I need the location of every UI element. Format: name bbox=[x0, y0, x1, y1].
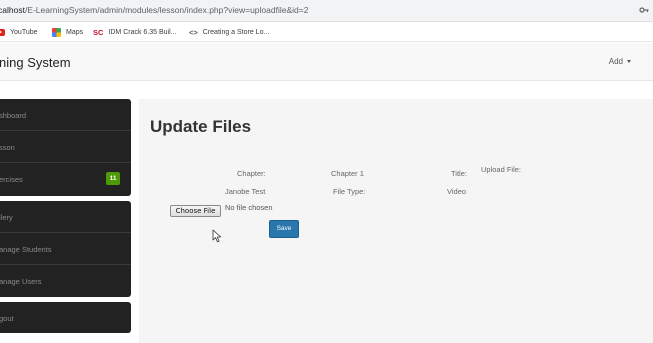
page-root: calhost/E-LearningSystem/admin/modules/l… bbox=[0, 0, 653, 343]
bookmark-label: Creating a Store Lo... bbox=[202, 28, 270, 36]
sidebar-item-manage-users[interactable]: anage Users bbox=[0, 265, 131, 297]
bookmark-label: IDM Crack 6.35 Buil... bbox=[108, 28, 177, 36]
brand-title[interactable]: ning System bbox=[0, 55, 71, 70]
bookmark-store-locator[interactable]: <> Creating a Store Lo... bbox=[189, 26, 269, 38]
sidebar-item-label: anage Students bbox=[0, 245, 52, 254]
chapter-label: Chapter: bbox=[237, 169, 266, 178]
url-host: calhost bbox=[0, 5, 25, 15]
bookmark-label: Maps bbox=[66, 28, 84, 36]
count-badge: 11 bbox=[106, 172, 120, 185]
file-status-text: No file chosen bbox=[225, 203, 273, 212]
sidebar-item-label: anage Users bbox=[0, 277, 42, 286]
sidebar-group-main: shboard sson ercises 11 bbox=[0, 99, 131, 196]
key-icon[interactable] bbox=[639, 5, 649, 15]
url-text[interactable]: calhost/E-LearningSystem/admin/modules/l… bbox=[0, 5, 308, 15]
sidebar-item-label: ercises bbox=[0, 175, 23, 184]
title-label: Title: bbox=[451, 169, 467, 178]
file-type-label: File Type: bbox=[333, 187, 366, 196]
maps-icon bbox=[52, 27, 61, 37]
bookmarks-bar: YouTube Maps SC IDM Crack 6.35 Buil... <… bbox=[0, 22, 653, 42]
choose-file-button[interactable]: Choose File bbox=[170, 205, 221, 217]
sidebar-item-gallery[interactable]: llery bbox=[0, 201, 131, 233]
sc-icon: SC bbox=[93, 27, 104, 37]
page-title: Update Files bbox=[150, 117, 252, 136]
bookmark-youtube[interactable]: YouTube bbox=[0, 26, 38, 38]
youtube-icon bbox=[0, 28, 5, 36]
sidebar-item-label: shboard bbox=[0, 111, 27, 120]
bookmark-maps[interactable]: Maps bbox=[52, 26, 83, 38]
mouse-pointer-icon bbox=[212, 229, 222, 243]
sidebar-item-label: sson bbox=[0, 143, 15, 152]
sidebar-item-logout[interactable]: gout bbox=[0, 302, 131, 333]
title-value: Janobe Test bbox=[225, 187, 266, 196]
bookmark-label: YouTube bbox=[10, 28, 38, 36]
browser-url-bar[interactable]: calhost/E-LearningSystem/admin/modules/l… bbox=[0, 0, 653, 22]
upload-file-label: Upload File: bbox=[481, 165, 522, 174]
app-navbar: ning System Add bbox=[0, 43, 653, 81]
file-type-value: Video bbox=[447, 187, 467, 196]
sidebar-item-label: gout bbox=[0, 314, 14, 323]
code-icon: <> bbox=[189, 27, 198, 37]
chapter-value: Chapter 1 bbox=[331, 169, 364, 178]
sidebar-group-logout: gout bbox=[0, 302, 131, 333]
sidebar-item-dashboard[interactable]: shboard bbox=[0, 99, 131, 131]
sidebar-item-manage-students[interactable]: anage Students bbox=[0, 233, 131, 265]
url-path: /E-LearningSystem/admin/modules/lesson/i… bbox=[24, 5, 309, 15]
sidebar-item-label: llery bbox=[0, 213, 13, 222]
sidebar-item-lesson[interactable]: sson bbox=[0, 131, 131, 163]
bookmark-idm[interactable]: SC IDM Crack 6.35 Buil... bbox=[93, 26, 177, 38]
caret-down-icon bbox=[627, 60, 631, 64]
sidebar-group-admin: llery anage Students anage Users bbox=[0, 201, 131, 297]
add-dropdown[interactable]: Add bbox=[609, 57, 631, 66]
add-dropdown-label: Add bbox=[608, 57, 623, 66]
sidebar-item-exercises[interactable]: ercises 11 bbox=[0, 163, 131, 195]
save-button[interactable]: Save bbox=[269, 220, 299, 238]
